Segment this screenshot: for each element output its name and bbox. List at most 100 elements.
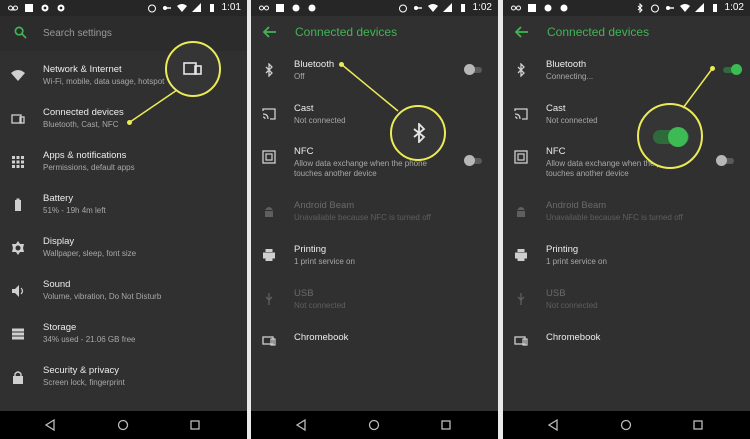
callout-circle	[637, 103, 703, 169]
image-icon	[25, 4, 33, 12]
voicemail-icon	[511, 5, 521, 11]
item-title: Android Beam	[546, 200, 607, 211]
back-nav-icon[interactable]	[295, 419, 307, 431]
navigation-bar	[503, 411, 750, 439]
item-title: Cast	[546, 103, 566, 114]
item-subtitle: Connecting...	[546, 72, 594, 81]
cast-icon	[514, 108, 528, 120]
voicemail-icon	[8, 5, 18, 11]
settings-item-storage[interactable]: Storage 34% used - 21.06 GB free	[0, 318, 247, 360]
signal-icon	[694, 2, 704, 12]
storage-icon	[12, 328, 24, 340]
navigation-bar	[251, 411, 498, 439]
battery-status-icon	[460, 3, 465, 12]
nfc-item[interactable]: NFC Allow data exchange when the phone t…	[251, 141, 498, 183]
item-title: Battery	[43, 193, 74, 204]
settings-gear-icon-2	[308, 4, 316, 12]
settings-item-sound[interactable]: Sound Volume, vibration, Do Not Disturb	[0, 275, 247, 317]
nfc-toggle[interactable]	[716, 155, 736, 166]
recents-nav-icon[interactable]	[189, 419, 201, 431]
recents-nav-icon[interactable]	[692, 419, 704, 431]
settings-screen: 1:01 Search settings Network & Internet …	[0, 0, 247, 439]
search-input[interactable]: Search settings	[43, 28, 112, 39]
settings-item-connected-devices[interactable]: Connected devices Bluetooth, Cast, NFC	[0, 103, 247, 145]
vpn-key-icon	[665, 5, 674, 10]
chromebook-item[interactable]: Chromebook	[251, 326, 498, 368]
chromebook-item[interactable]: Chromebook	[503, 326, 750, 368]
back-nav-icon[interactable]	[547, 419, 559, 431]
recents-nav-icon[interactable]	[440, 419, 452, 431]
search-icon	[14, 26, 27, 39]
clock: 1:02	[724, 2, 744, 13]
item-subtitle: Wallpaper, sleep, font size	[43, 249, 137, 258]
callout-dot	[127, 120, 132, 125]
printing-item[interactable]: Printing 1 print service on	[503, 239, 750, 281]
item-subtitle: 34% used - 21.06 GB free	[43, 335, 136, 344]
toggle-knob-zoom	[668, 127, 688, 147]
alarm-icon	[147, 4, 156, 12]
home-nav-icon[interactable]	[620, 419, 632, 431]
item-subtitle: 1 print service on	[546, 257, 607, 266]
bluetooth-item[interactable]: Bluetooth Connecting...	[503, 54, 750, 96]
usb-item: USB Not connected	[251, 283, 498, 325]
back-arrow-icon[interactable]	[515, 25, 529, 39]
item-title: Chromebook	[546, 332, 601, 343]
item-subtitle: Not connected	[546, 301, 598, 310]
item-title: Chromebook	[294, 332, 349, 343]
settings-item-display[interactable]: Display Wallpaper, sleep, font size	[0, 232, 247, 274]
connected-devices-icon	[183, 62, 202, 75]
item-title: Storage	[43, 322, 77, 333]
item-subtitle: Off	[294, 72, 305, 81]
bluetooth-toggle[interactable]	[721, 64, 742, 75]
item-subtitle: Wi-Fi, mobile, data usage, hotspot	[43, 77, 165, 86]
item-subtitle: 1 print service on	[294, 257, 355, 266]
home-nav-icon[interactable]	[117, 419, 129, 431]
signal-icon	[442, 2, 452, 12]
item-subtitle-line2: touches another device	[294, 169, 377, 178]
clock: 1:02	[472, 2, 492, 13]
settings-gear-icon	[544, 4, 552, 12]
app-bar: Connected devices	[503, 16, 750, 48]
item-subtitle: Unavailable because NFC is turned off	[546, 213, 683, 222]
vpn-key-icon	[162, 5, 171, 10]
nfc-item[interactable]: NFC Allow data exchange when the phone t…	[503, 141, 750, 183]
home-nav-icon[interactable]	[368, 419, 380, 431]
item-title: NFC	[294, 146, 314, 157]
settings-item-security[interactable]: Security & privacy Screen lock, fingerpr…	[0, 361, 247, 403]
page-title: Connected devices	[295, 25, 398, 39]
item-title: Sound	[43, 279, 71, 290]
settings-gear-icon	[41, 4, 49, 12]
connected-devices-screen-on: 1:02 Connected devices Bluetooth Connect…	[503, 0, 750, 439]
navigation-bar	[0, 411, 247, 439]
image-icon	[528, 4, 536, 12]
item-title: Security & privacy	[43, 365, 120, 376]
settings-gear-icon-2	[560, 4, 568, 12]
back-arrow-icon[interactable]	[263, 25, 277, 39]
back-nav-icon[interactable]	[44, 419, 56, 431]
cast-item[interactable]: Cast Not connected	[503, 98, 750, 140]
status-bar: 1:02	[251, 0, 498, 16]
connected-devices-icon	[11, 114, 25, 124]
volume-icon	[12, 285, 24, 297]
item-subtitle: Screen lock, fingerprint	[43, 378, 125, 387]
item-subtitle-line2: touches another device	[546, 169, 629, 178]
callout-dot	[339, 62, 344, 67]
printing-item[interactable]: Printing 1 print service on	[251, 239, 498, 281]
item-subtitle: Permissions, default apps	[43, 163, 135, 172]
connected-devices-screen-off: 1:02 Connected devices Bluetooth Off Cas…	[251, 0, 498, 439]
cast-item[interactable]: Cast Not connected	[251, 98, 498, 140]
signal-icon	[191, 2, 201, 12]
wifi-icon	[11, 70, 25, 81]
printer-icon	[263, 249, 275, 261]
settings-item-battery[interactable]: Battery 51% - 19h 4m left	[0, 189, 247, 231]
chromebook-icon	[514, 336, 528, 346]
item-title: Printing	[546, 244, 579, 255]
usb-item: USB Not connected	[503, 283, 750, 325]
nfc-toggle[interactable]	[464, 155, 484, 166]
bluetooth-item[interactable]: Bluetooth Off	[251, 54, 498, 96]
settings-item-apps[interactable]: Apps & notifications Permissions, defaul…	[0, 146, 247, 188]
item-title: USB	[294, 288, 314, 299]
battery-status-icon	[209, 3, 214, 12]
bluetooth-toggle[interactable]	[464, 64, 484, 75]
item-title: Connected devices	[43, 107, 124, 118]
